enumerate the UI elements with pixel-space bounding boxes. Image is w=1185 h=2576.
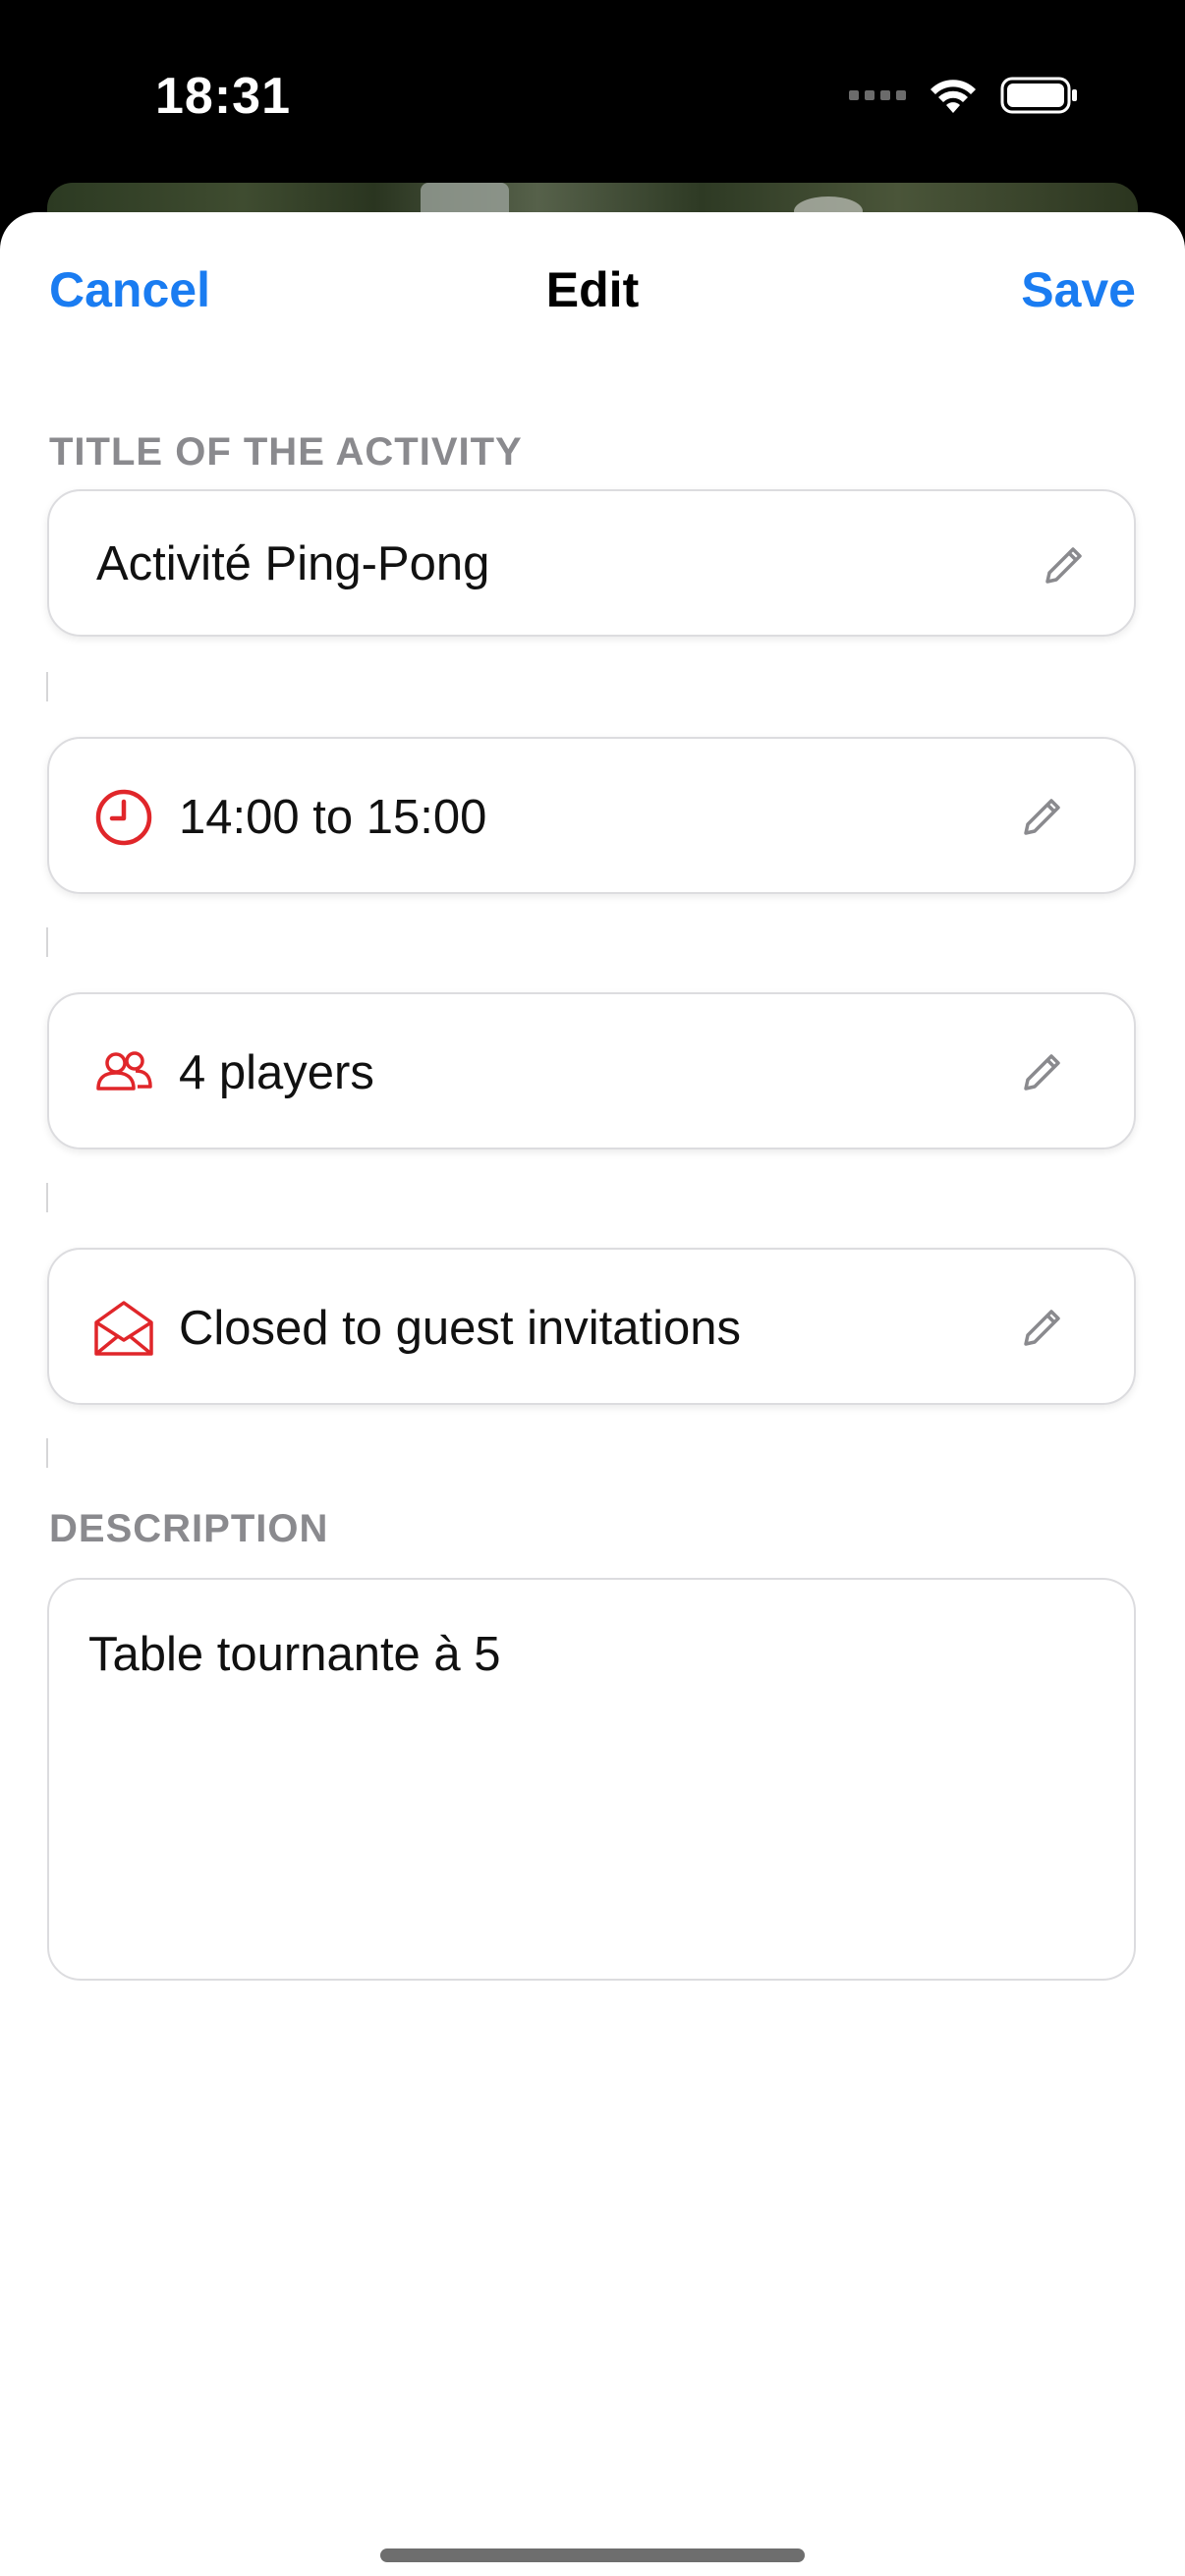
divider [46,927,48,957]
time-field[interactable]: 14:00 to 15:00 [47,737,1136,894]
time-value: 14:00 to 15:00 [179,791,487,844]
pencil-icon[interactable] [1020,1305,1065,1350]
home-indicator[interactable] [380,2548,805,2562]
description-section-label: DESCRIPTION [49,1507,329,1550]
page-title: Edit [545,262,640,317]
description-textarea[interactable]: Table tournante à 5 [47,1578,1136,1981]
people-icon [96,1051,152,1091]
edit-sheet: Cancel Edit Save TITLE OF THE ACTIVITY A… [0,212,1185,2576]
status-bar: 18:31 [0,0,1185,187]
pencil-icon[interactable] [1042,542,1087,588]
pencil-icon[interactable] [1020,1049,1065,1094]
status-icons [849,71,1079,120]
divider [46,1183,48,1212]
wifi-icon [931,80,976,113]
title-value: Activité Ping-Pong [96,537,490,590]
description-value: Table tournante à 5 [88,1628,501,1681]
invitations-value: Closed to guest invitations [179,1302,741,1355]
envelope-open-icon [94,1301,153,1356]
cellular-dots-icon [849,90,906,100]
divider [46,1438,48,1468]
title-section-label: TITLE OF THE ACTIVITY [49,430,523,474]
players-value: 4 players [179,1046,374,1099]
clock-icon [95,789,152,846]
players-field[interactable]: 4 players [47,992,1136,1149]
invitations-field[interactable]: Closed to guest invitations [47,1248,1136,1405]
status-time: 18:31 [155,68,291,125]
navigation-bar: Cancel Edit Save [0,212,1185,369]
title-field[interactable]: Activité Ping-Pong [47,489,1136,637]
battery-icon [1000,77,1077,114]
save-button[interactable]: Save [1021,261,1136,318]
divider [46,672,48,701]
pencil-icon[interactable] [1020,794,1065,839]
